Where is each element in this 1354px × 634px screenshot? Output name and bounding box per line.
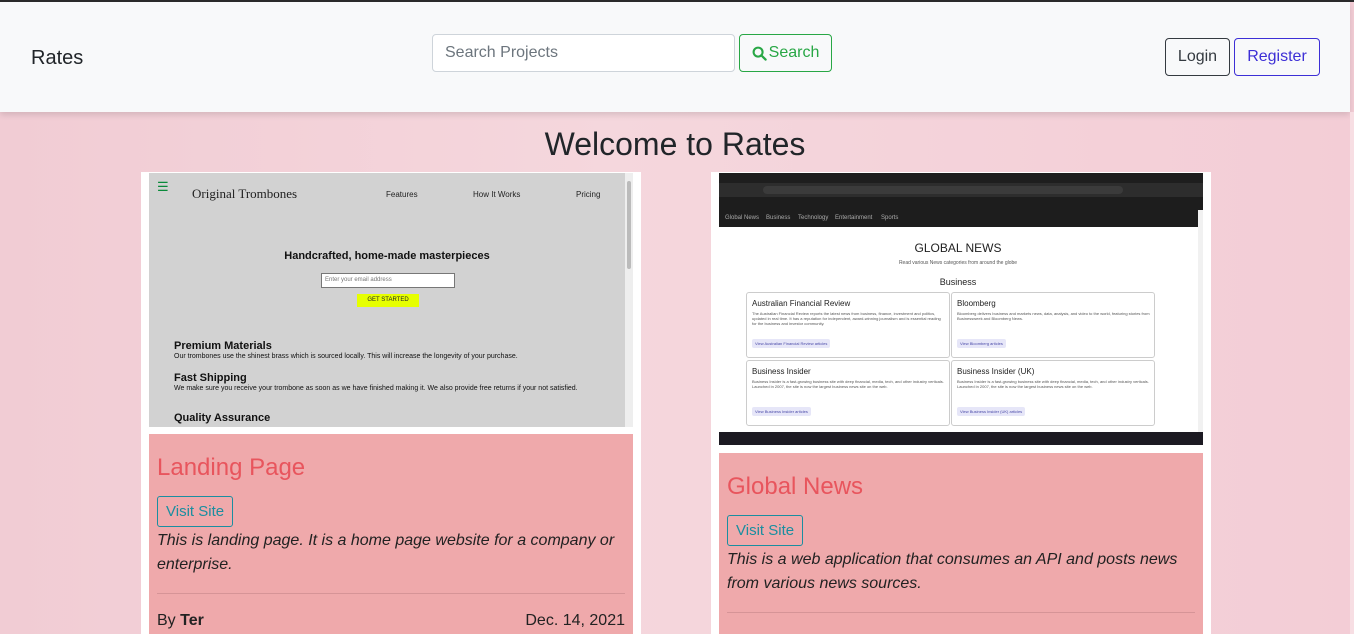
preview-source-card: Business Insider Business Insider is a f… — [746, 360, 950, 426]
page-title: Welcome to Rates — [544, 126, 806, 162]
search-button-label: Search — [768, 44, 820, 61]
author-name[interactable]: Ter — [180, 612, 204, 629]
project-screenshot[interactable]: Global News Business Technology Entertai… — [719, 173, 1203, 446]
preview-section-text: Our trombones use the shinest brass whic… — [174, 353, 518, 360]
preview-section-title: Quality Assurance — [174, 412, 271, 424]
brand-link[interactable]: Rates — [31, 47, 83, 70]
author-line: By Ter — [157, 612, 204, 630]
preview-source-text: Bloomberg delivers business and markets … — [957, 311, 1150, 321]
preview-section-text: We make sure you receive your trombone a… — [174, 385, 578, 392]
project-screenshot[interactable]: ☰ Original Trombones Features How It Wor… — [149, 173, 633, 427]
search-input[interactable] — [432, 34, 735, 72]
post-date: Dec. 14, 2021 — [525, 612, 625, 629]
preview-source-name: Bloomberg — [957, 299, 996, 308]
card-body: Global News Visit Site This is a web app… — [719, 453, 1203, 634]
preview-source-name: Australian Financial Review — [752, 299, 851, 308]
project-description: This is landing page. It is a home page … — [157, 532, 615, 573]
visit-site-button[interactable]: Visit Site — [157, 496, 234, 527]
preview-browser-bar — [719, 183, 1203, 197]
preview-source-link: View Business Insider articles — [752, 407, 811, 416]
preview-scrollbar — [625, 173, 633, 427]
preview-navbar: Global News Business Technology Entertai… — [719, 197, 1203, 227]
preview-nav-item: Sports — [881, 215, 899, 221]
preview-taskbar — [719, 432, 1203, 445]
preview-logo: Original Trombones — [192, 186, 298, 201]
preview-nav-item: Features — [386, 190, 418, 199]
preview-nav-item: How It Works — [473, 190, 521, 199]
preview-source-link: View Business Insider (UK) articles — [957, 407, 1026, 416]
page-scrollbar[interactable] — [1350, 112, 1354, 634]
preview-nav-item: Entertainment — [835, 215, 873, 221]
preview-headline: Handcrafted, home-made masterpieces — [284, 250, 490, 262]
preview-source-text: Business Insider is a fast-growing busin… — [957, 379, 1149, 389]
preview-subtitle: Read various News categories from around… — [898, 260, 1018, 266]
preview-source-card: Bloomberg Bloomberg delivers business an… — [951, 292, 1155, 358]
preview-source-text: The Australian Financial Review reports … — [752, 311, 941, 326]
preview-cta: GET STARTED — [357, 294, 419, 307]
project-card: ☰ Original Trombones Features How It Wor… — [141, 172, 641, 634]
project-description: This is a web application that consumes … — [727, 551, 1178, 592]
project-title: Global News — [727, 473, 864, 500]
preview-source-card: Business Insider (UK) Business Insider i… — [951, 360, 1155, 426]
card-meta: By Ter Dec. 14, 2021 — [157, 612, 625, 630]
preview-source-link: View Bloomberg articles — [957, 339, 1006, 348]
card-divider — [157, 593, 625, 594]
preview-scrollbar — [1198, 210, 1203, 432]
preview-section: Business — [939, 277, 977, 287]
preview-email-field: Enter your email address — [321, 273, 455, 288]
by-label: By — [157, 612, 176, 629]
card-body: Landing Page Visit Site This is landing … — [149, 434, 633, 634]
preview-section-title: Fast Shipping — [174, 372, 247, 384]
preview-source-text: Business Insider is a fast-growing busin… — [752, 379, 944, 389]
project-title: Landing Page — [157, 454, 306, 481]
visit-site-button[interactable]: Visit Site — [727, 515, 804, 546]
preview-nav-item: Global News — [725, 215, 760, 221]
preview-source-link: View Australian Financial Review article… — [752, 339, 831, 348]
project-card: Global News Business Technology Entertai… — [711, 172, 1211, 634]
register-button[interactable]: Register — [1234, 38, 1320, 76]
navbar: Rates Search Login Register — [0, 2, 1350, 112]
card-divider — [727, 612, 1195, 613]
preview-source-name: Business Insider — [752, 367, 811, 376]
preview-os-bar — [719, 173, 1203, 183]
login-button[interactable]: Login — [1165, 38, 1230, 76]
preview-source-name: Business Insider (UK) — [957, 367, 1035, 376]
menu-icon: ☰ — [157, 179, 169, 194]
preview-nav-item: Pricing — [576, 190, 601, 199]
preview-section-title: Premium Materials — [174, 340, 272, 352]
preview-nav-item: Technology — [798, 215, 829, 221]
search-button[interactable]: Search — [739, 34, 832, 72]
preview-source-card: Australian Financial Review The Australi… — [746, 292, 950, 358]
preview-title: GLOBAL NEWS — [914, 241, 1002, 255]
preview-nav-item: Business — [766, 215, 791, 221]
search-icon — [752, 46, 767, 61]
